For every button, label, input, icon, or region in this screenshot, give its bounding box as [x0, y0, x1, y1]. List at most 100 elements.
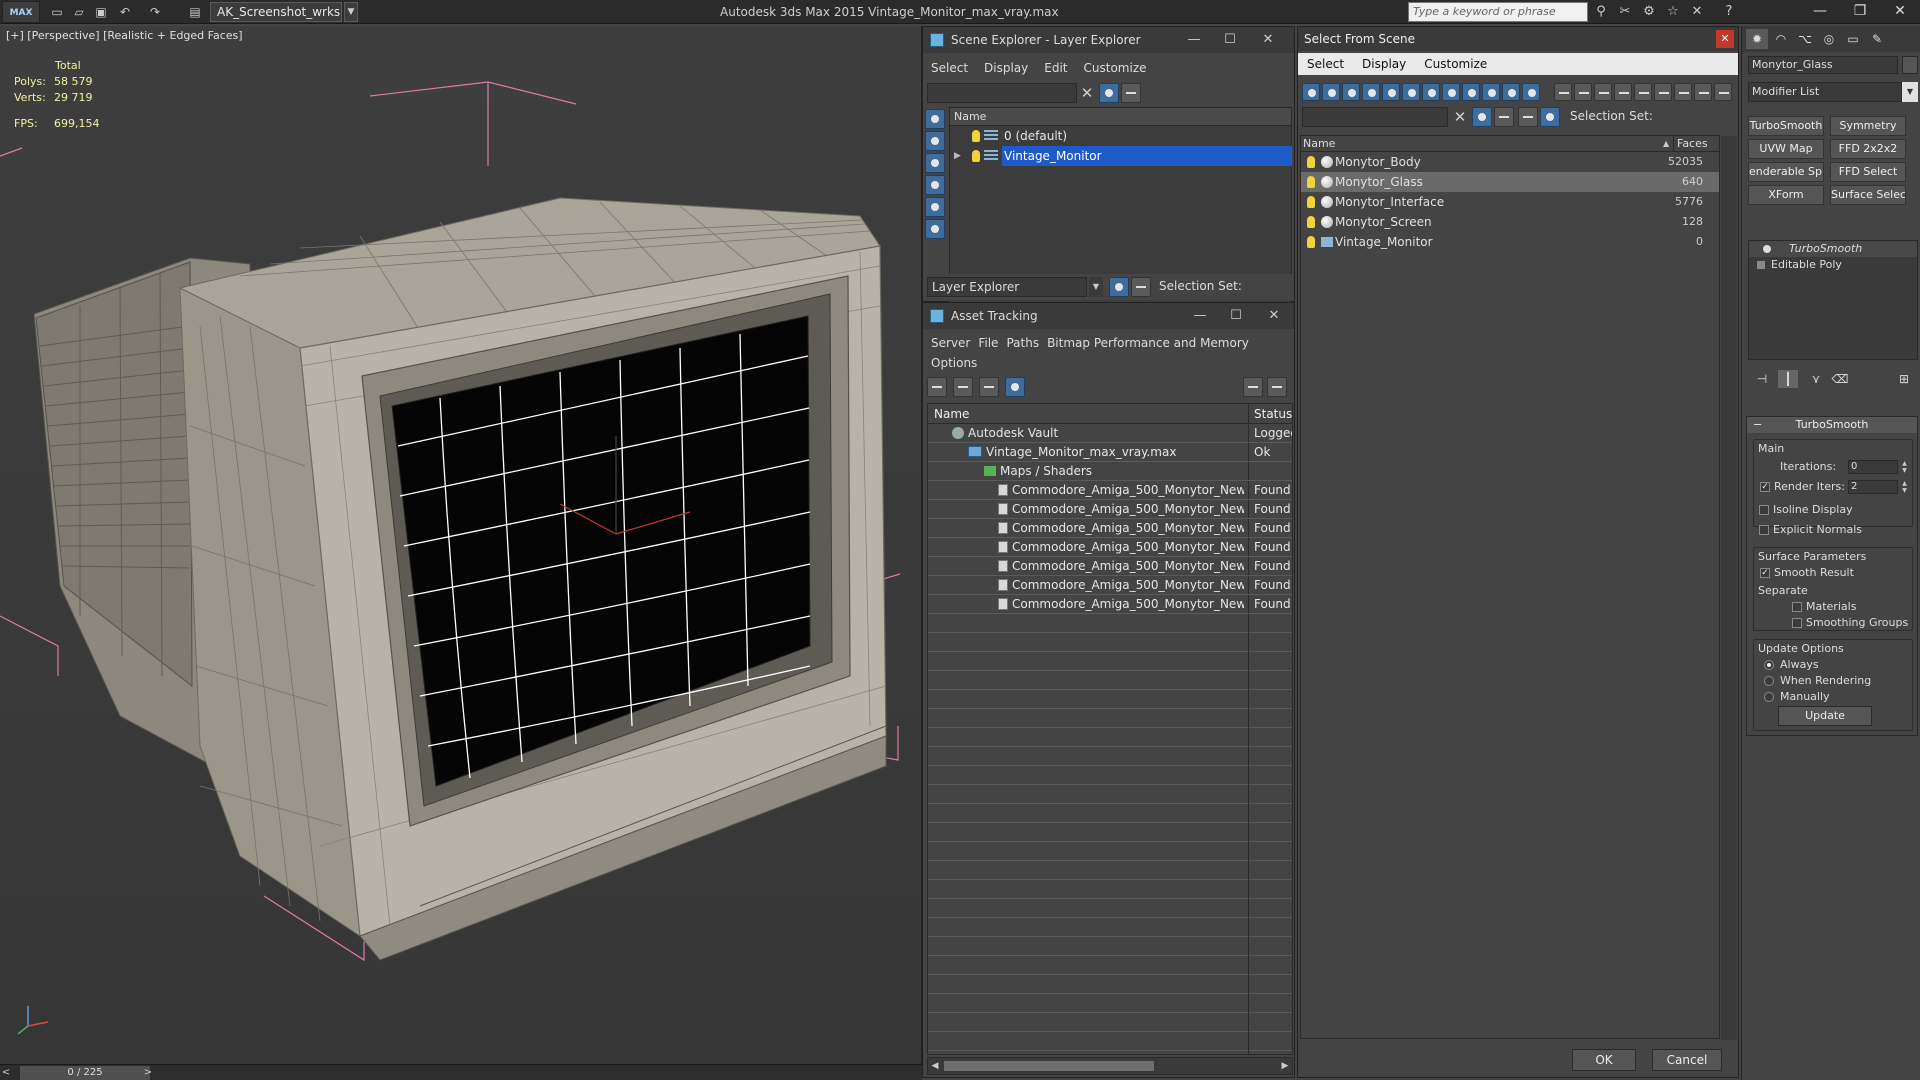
scroll-thumb[interactable] [944, 1061, 1154, 1071]
time-slider[interactable]: 0 / 225 [20, 1066, 150, 1080]
explicit-normals-checkbox[interactable] [1759, 525, 1769, 535]
scroll-left-icon[interactable]: ◀ [928, 1058, 942, 1074]
tools-icon[interactable]: ✂ [1616, 3, 1634, 21]
modifier-button[interactable]: FFD 2x2x2 [1830, 139, 1906, 159]
collapse-icon[interactable] [1714, 83, 1732, 101]
time-next-icon[interactable]: > [142, 1065, 154, 1080]
modifier-button[interactable]: FFD Select [1830, 162, 1906, 182]
se-display-cameras-icon[interactable] [925, 175, 945, 195]
manually-radio[interactable] [1764, 692, 1774, 702]
expand-arrow-icon[interactable]: ▶ [954, 146, 961, 166]
explorer-mode-arrow-icon[interactable]: ▼ [1089, 277, 1103, 297]
lightbulb-icon[interactable] [1763, 245, 1771, 253]
explorer-mode-dropdown[interactable]: Layer Explorer [927, 277, 1087, 297]
asset-row[interactable]: Autodesk Vault Logged [928, 424, 1292, 443]
stack-item-turbosmooth[interactable]: TurboSmooth [1749, 241, 1917, 257]
time-prev-icon[interactable]: < [0, 1065, 12, 1080]
select-invert-icon[interactable] [1654, 83, 1672, 101]
modifier-button[interactable]: XForm [1748, 185, 1824, 205]
object-list-scrollbar[interactable] [1721, 136, 1737, 1040]
object-row[interactable]: Monytor_Interface 5776 [1301, 192, 1719, 212]
column-separator[interactable] [1673, 136, 1674, 152]
asset-row[interactable]: Commodore_Amiga_500_Monytor_New_R... Foun… [928, 557, 1292, 576]
always-radio[interactable] [1764, 660, 1774, 670]
rollout-collapse-icon[interactable]: − [1753, 417, 1762, 433]
lightbulb-icon[interactable] [1307, 156, 1315, 168]
modifier-button[interactable]: UVW Map [1748, 139, 1824, 159]
se-menu-display[interactable]: Display [976, 57, 1036, 79]
asset-status-column-header[interactable]: Status [1254, 404, 1292, 424]
when-rendering-radio[interactable] [1764, 676, 1774, 686]
display-lights-icon[interactable] [1342, 83, 1360, 101]
layer-explorer-icon[interactable] [1109, 277, 1129, 297]
display-invert-icon[interactable] [1594, 83, 1612, 101]
refresh-icon[interactable] [927, 377, 947, 397]
display-containers-icon[interactable] [1482, 83, 1500, 101]
sfs-layers-icon[interactable] [1518, 107, 1538, 127]
lightbulb-icon[interactable] [1307, 176, 1315, 188]
object-row[interactable]: Monytor_Glass 640 [1301, 172, 1719, 192]
render-iters-spinner[interactable]: 2 [1848, 480, 1898, 494]
select-none-icon[interactable] [1634, 83, 1652, 101]
table-view-icon[interactable] [1005, 377, 1025, 397]
asset-row[interactable]: Vintage_Monitor_max_vray.max Ok [928, 443, 1292, 462]
subscription-icon[interactable]: ⚙ [1640, 3, 1658, 21]
sfs-filter-icon[interactable] [1472, 107, 1492, 127]
iterations-spinner[interactable]: 0 [1848, 460, 1898, 474]
redo-icon[interactable]: ↷ [146, 3, 164, 21]
motion-tab-icon[interactable]: ◎ [1818, 29, 1840, 49]
render-iters-checkbox[interactable]: ✓ [1760, 482, 1770, 492]
iterations-spinner-arrows-icon[interactable]: ▲ ▼ [1900, 460, 1909, 474]
display-geometry-icon[interactable] [1302, 83, 1320, 101]
asset-row[interactable]: Commodore_Amiga_500_Monytor_New_F... Foun… [928, 500, 1292, 519]
open-file-icon[interactable]: ▱ [70, 3, 88, 21]
se-maximize-icon[interactable]: ☐ [1215, 27, 1245, 53]
sfs-hierarchy-icon[interactable] [1540, 107, 1560, 127]
display-groups-icon[interactable] [1422, 83, 1440, 101]
modifier-list-dropdown[interactable]: Modifier List [1748, 82, 1902, 102]
object-color-swatch[interactable] [1902, 56, 1918, 74]
se-display-shapes-icon[interactable] [925, 131, 945, 151]
help-icon[interactable]: ? [1720, 3, 1738, 21]
sfs-search-input[interactable] [1302, 107, 1448, 127]
se-display-geometry-icon[interactable] [925, 109, 945, 129]
search-input[interactable]: Type a keyword or phrase [1408, 2, 1588, 22]
object-row[interactable]: Monytor_Body 52035 [1301, 152, 1719, 172]
se-filter-icon[interactable] [1099, 83, 1119, 103]
display-hidden-icon[interactable] [1522, 83, 1540, 101]
turbosmooth-rollout-header[interactable]: − TurboSmooth [1747, 417, 1917, 433]
find-case-icon[interactable] [1694, 83, 1712, 101]
modify-tab-icon[interactable]: ◠ [1770, 29, 1792, 49]
sfs-layer-tool-icon[interactable] [1494, 107, 1514, 127]
se-menu-select[interactable]: Select [923, 57, 976, 79]
make-unique-icon[interactable]: ⋎ [1806, 370, 1826, 388]
binoculars-icon[interactable]: ⚲ [1592, 3, 1610, 21]
sfs-menu-select[interactable]: Select [1298, 53, 1353, 75]
asset-row[interactable]: Commodore_Amiga_500_Monytor_New_R... Foun… [928, 576, 1292, 595]
app-logo[interactable]: MAX [2, 1, 40, 23]
viewport-label[interactable]: [+] [Perspective] [Realistic + Edged Fac… [6, 29, 243, 42]
workspace-dropdown[interactable]: AK_Screenshot_wrksp [210, 2, 342, 22]
lightbulb-icon[interactable] [1307, 216, 1315, 228]
project-folder-icon[interactable]: ▤ [186, 3, 204, 21]
modifier-button[interactable]: enderable Splin [1748, 162, 1824, 182]
at-minimize-icon[interactable]: — [1185, 303, 1215, 329]
filter-icon[interactable] [1674, 83, 1692, 101]
at-close-icon[interactable]: ✕ [1259, 303, 1289, 329]
modifier-list-arrow-icon[interactable]: ▼ [1902, 82, 1918, 102]
layer-row-vintage-monitor[interactable]: ▶ Vintage_Monitor [950, 146, 1292, 166]
close-search-icon[interactable]: ✕ [1688, 3, 1706, 21]
asset-row[interactable]: Commodore_Amiga_500_Monytor_New_S... Foun… [928, 595, 1292, 614]
layer-row-default[interactable]: 0 (default) [950, 126, 1291, 146]
se-minimize-icon[interactable]: — [1179, 27, 1209, 53]
layer-list-header[interactable]: Name [950, 108, 1291, 126]
display-spacewarps-icon[interactable] [1402, 83, 1420, 101]
hierarchy-tab-icon[interactable]: ⌥ [1794, 29, 1816, 49]
asset-row[interactable]: Commodore_Amiga_500_Monytor_New_... Found [928, 538, 1292, 557]
undo-icon[interactable]: ↶ [116, 3, 134, 21]
at-menu-bitmap[interactable]: Bitmap Performance and Memory [1039, 333, 1249, 353]
display-xrefs-icon[interactable] [1442, 83, 1460, 101]
display-all-icon[interactable] [1554, 83, 1572, 101]
at-menu-paths[interactable]: Paths [998, 333, 1039, 353]
se-close-icon[interactable]: ✕ [1253, 27, 1283, 53]
